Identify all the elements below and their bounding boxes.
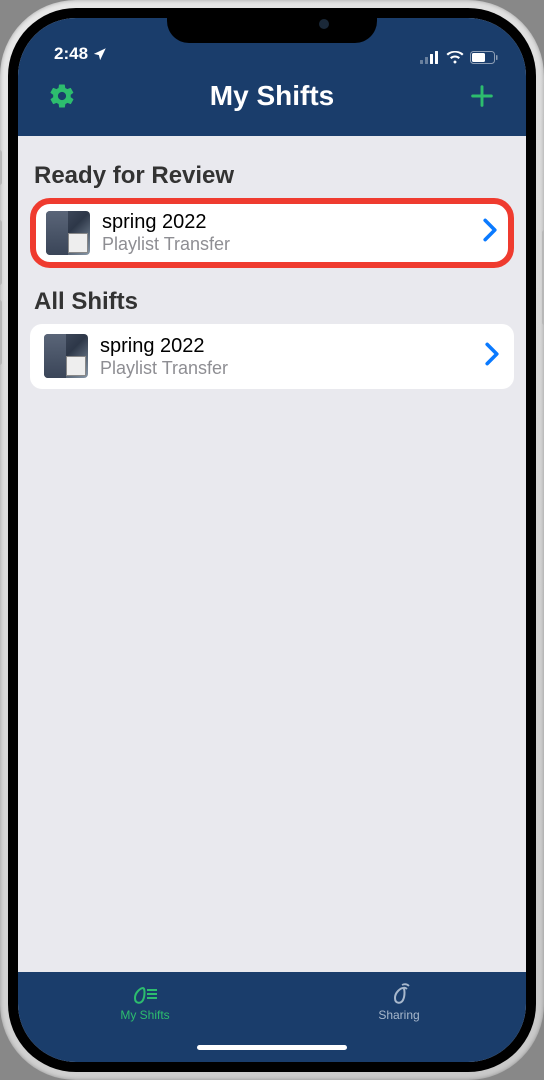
shift-row-all[interactable]: spring 2022 Playlist Transfer	[30, 324, 514, 390]
volume-down-button	[0, 300, 2, 365]
nav-bar: My Shifts	[18, 68, 526, 136]
volume-up-button	[0, 220, 2, 285]
screen: 2:48	[18, 18, 526, 1062]
my-shifts-icon	[131, 982, 159, 1006]
chevron-right-icon	[484, 342, 500, 371]
tab-label: Sharing	[378, 1008, 419, 1022]
shift-subtitle: Playlist Transfer	[100, 358, 484, 380]
page-title: My Shifts	[82, 80, 462, 112]
add-button[interactable]	[462, 82, 502, 110]
tab-sharing[interactable]: Sharing	[339, 982, 459, 1022]
chevron-right-icon	[482, 218, 498, 247]
status-time: 2:48	[54, 44, 88, 64]
phone-bezel: 2:48	[8, 8, 536, 1072]
shift-row-text: spring 2022 Playlist Transfer	[102, 210, 482, 256]
sharing-icon	[387, 982, 411, 1006]
shift-title: spring 2022	[100, 334, 484, 358]
status-time-area: 2:48	[54, 44, 107, 64]
tab-bar: My Shifts Sharing	[18, 972, 526, 1062]
plus-icon	[468, 82, 496, 110]
phone-frame: 2:48	[0, 0, 544, 1080]
status-indicators	[420, 51, 498, 64]
section-header-all: All Shifts	[34, 288, 510, 316]
playlist-artwork-icon	[46, 211, 90, 255]
cellular-icon	[420, 51, 440, 64]
notch	[167, 8, 377, 43]
shift-subtitle: Playlist Transfer	[102, 234, 482, 256]
location-icon	[92, 47, 107, 62]
shift-row-review[interactable]: spring 2022 Playlist Transfer	[30, 198, 514, 268]
battery-icon	[470, 51, 498, 64]
shift-title: spring 2022	[102, 210, 482, 234]
home-indicator[interactable]	[197, 1045, 347, 1050]
playlist-artwork-icon	[44, 334, 88, 378]
gear-icon	[48, 82, 76, 110]
tab-label: My Shifts	[120, 1008, 169, 1022]
shift-row-text: spring 2022 Playlist Transfer	[100, 334, 484, 380]
mute-switch	[0, 150, 2, 185]
wifi-icon	[446, 51, 464, 64]
content-area: Ready for Review spring 2022 Playlist Tr…	[18, 136, 526, 972]
section-header-review: Ready for Review	[34, 162, 510, 190]
tab-my-shifts[interactable]: My Shifts	[85, 982, 205, 1022]
settings-button[interactable]	[42, 82, 82, 110]
